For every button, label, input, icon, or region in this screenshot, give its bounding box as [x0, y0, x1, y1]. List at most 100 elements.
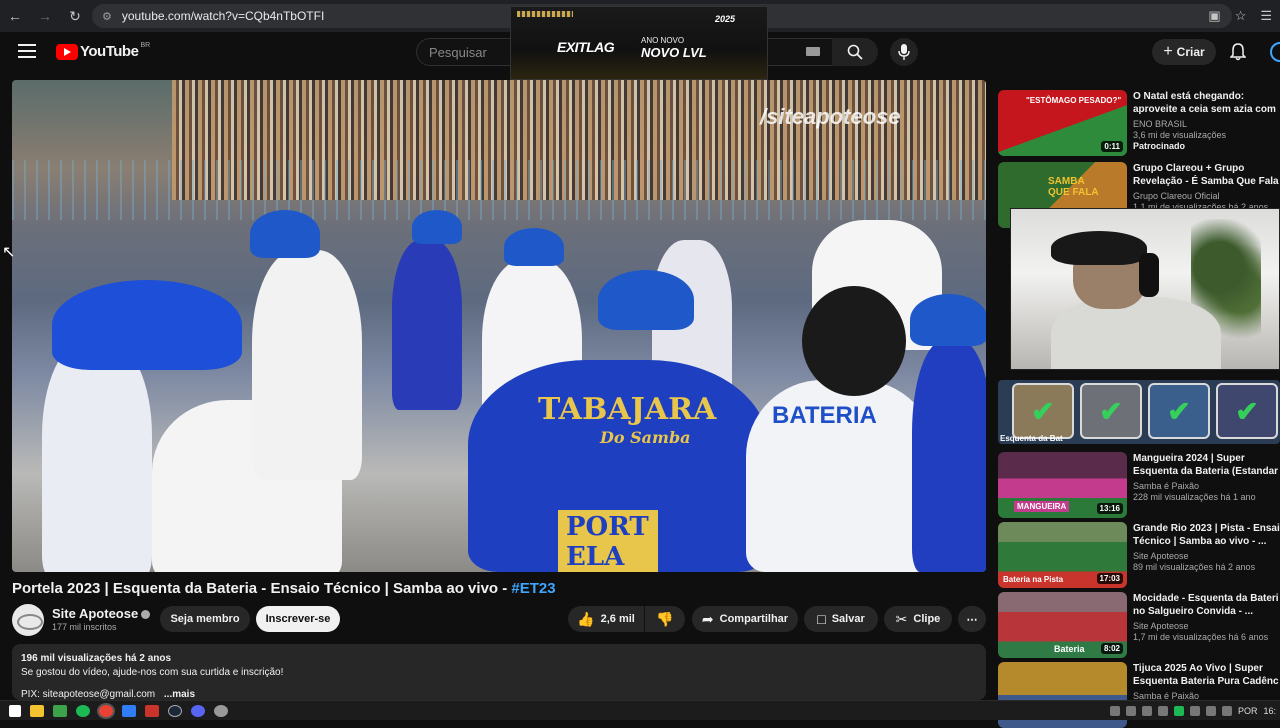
join-button[interactable]: Seja membro — [160, 606, 250, 632]
drummer-cap — [504, 228, 564, 266]
reload-button[interactable]: ↻ — [60, 0, 90, 32]
tray-icon[interactable] — [1173, 706, 1184, 716]
notifications-bell-icon[interactable] — [1229, 43, 1247, 66]
recommendation-thumbnail[interactable]: Bateria na Pista 17:03 — [998, 522, 1127, 588]
webcam-person-cap — [1051, 231, 1147, 265]
ad-line2: NOVO LVL — [641, 45, 707, 60]
recommendation-title-line2[interactable]: aproveite a ceia sem azia com — [1133, 103, 1280, 116]
video-duration: 13:16 — [1096, 503, 1123, 514]
clip-button[interactable]: ✂ Clipe — [884, 606, 952, 632]
discord-icon[interactable] — [191, 704, 205, 717]
volume-icon[interactable] — [1205, 706, 1216, 716]
video-duration: 0:11 — [1101, 141, 1123, 152]
recommendation-item[interactable]: Bateria 8:02 Mocidade - Esquenta da Bate… — [998, 590, 1280, 658]
share-icon: ➦ — [701, 610, 714, 627]
tray-icon[interactable] — [1109, 706, 1120, 716]
site-settings-icon[interactable]: ⚙ — [102, 10, 112, 23]
recommendation-title-line2[interactable]: Esquenta Bateria Pura Cadênc — [1133, 675, 1280, 688]
keyboard-icon[interactable] — [806, 47, 820, 56]
video-player[interactable]: /siteapoteose TABAJARA Do Samba PORTELA … — [12, 80, 986, 572]
recommendation-title-line1[interactable]: Tijuca 2025 Ao Vivo | Super — [1133, 662, 1280, 675]
gallery-label: Esquenta da Bat — [1000, 434, 1063, 443]
tray-icon[interactable] — [1125, 706, 1136, 716]
recommendation-text: Tijuca 2025 Ao Vivo | Super Esquenta Bat… — [1133, 662, 1280, 701]
bookmark-star-icon[interactable]: ☆ — [1235, 8, 1247, 24]
clip-label: Clipe — [913, 613, 941, 625]
recommendation-item[interactable]: "ESTÔMAGO PESADO?" 0:11 O Natal está che… — [998, 88, 1280, 156]
channel-name-row[interactable]: Site Apoteose — [52, 606, 151, 621]
drummer-head — [802, 286, 906, 396]
country-code: BR — [140, 42, 151, 49]
clock[interactable]: 16: — [1263, 706, 1276, 716]
forward-button[interactable]: → — [30, 0, 60, 32]
subscriber-count: 177 mil inscritos — [52, 622, 117, 632]
recommendation-channel[interactable]: Site Apoteose — [1133, 621, 1280, 631]
recommendation-channel[interactable]: Site Apoteose — [1133, 551, 1280, 561]
search-button[interactable] — [832, 38, 878, 66]
recommendation-title-line2[interactable]: no Salgueiro Convida - ... — [1133, 605, 1280, 618]
dislike-button[interactable]: 👎 — [645, 606, 685, 632]
recommendation-channel[interactable]: Grupo Clareou Oficial — [1133, 191, 1280, 201]
cast-icon[interactable]: ▣ — [1208, 8, 1220, 24]
recommendation-channel[interactable]: ENO BRASIL — [1133, 119, 1280, 129]
windows-start-icon[interactable] — [9, 704, 21, 717]
video-duration: 8:02 — [1100, 643, 1123, 654]
recommendation-title-line1[interactable]: Mocidade - Esquenta da Bateri — [1133, 592, 1280, 605]
app-icon[interactable] — [122, 704, 136, 717]
recommendation-channel[interactable]: Samba é Paixão — [1133, 481, 1280, 491]
like-button[interactable]: 👍 2,6 mil — [568, 606, 644, 632]
account-avatar[interactable] — [1270, 42, 1280, 62]
create-button[interactable]: + Criar — [1152, 39, 1216, 65]
headphones-icon — [1139, 253, 1159, 297]
exitlag-ad-banner[interactable]: EXITLAG ANO NOVO NOVO LVL 2025 — [510, 6, 768, 80]
recommendation-item[interactable]: Bateria na Pista 17:03 Grande Rio 2023 |… — [998, 520, 1280, 588]
language-indicator[interactable]: POR — [1238, 706, 1258, 716]
check-icon: ✔ — [1012, 383, 1074, 439]
tray-icon[interactable] — [1141, 706, 1152, 716]
file-explorer-icon[interactable] — [30, 704, 44, 717]
shield-icon[interactable] — [53, 704, 67, 717]
thumbnail-text: SAMBA QUE FALA — [1048, 176, 1099, 198]
tray-icon[interactable] — [1189, 706, 1200, 716]
back-button[interactable]: ← — [0, 0, 30, 32]
recommendation-thumbnail[interactable]: Bateria 8:02 — [998, 592, 1127, 658]
reading-list-icon[interactable]: ☰ — [1260, 8, 1272, 24]
browser-actions: ▣ ☆ ☰ — [1208, 0, 1272, 32]
recommendation-meta: 1,7 mi de visualizações há 6 anos — [1133, 632, 1269, 642]
recommendation-title-line2[interactable]: Esquenta da Bateria (Estandar — [1133, 465, 1280, 478]
voice-search-button[interactable] — [890, 38, 918, 66]
drummer-figure — [912, 340, 986, 572]
steam-icon[interactable] — [168, 704, 182, 717]
like-count: 2,6 mil — [600, 613, 635, 625]
network-icon[interactable] — [1221, 706, 1232, 716]
search-icon — [847, 44, 863, 60]
channel-name[interactable]: Site Apoteose — [52, 606, 138, 621]
show-more-link[interactable]: ...mais — [164, 689, 195, 700]
recommendation-item[interactable]: MANGUEIRA 13:16 Mangueira 2024 | Super E… — [998, 450, 1280, 518]
hamburger-menu-icon[interactable] — [18, 44, 36, 58]
recommendation-title-line1[interactable]: Grande Rio 2023 | Pista - Ensai — [1133, 522, 1280, 535]
channel-avatar[interactable] — [12, 604, 44, 636]
share-button[interactable]: ➦ Compartilhar — [692, 606, 798, 632]
save-button[interactable]: □ Salvar — [804, 606, 878, 632]
subscribe-button[interactable]: Inscrever-se — [256, 606, 340, 632]
recommendation-title-line1[interactable]: Grupo Clareou + Grupo — [1133, 162, 1280, 175]
chrome-icon[interactable] — [99, 704, 113, 717]
youtube-logo[interactable]: YouTube BR — [56, 42, 151, 60]
recommendation-meta: 89 mil visualizações há 2 anos — [1133, 562, 1256, 572]
spotify-icon[interactable] — [76, 704, 90, 717]
news-icon[interactable] — [145, 704, 159, 717]
recommendation-title-line1[interactable]: Mangueira 2024 | Super — [1133, 452, 1280, 465]
recommendation-title-line2[interactable]: Técnico | Samba ao vivo - ... — [1133, 535, 1280, 548]
ad-year: 2025 — [715, 14, 736, 24]
settings-gear-icon[interactable] — [214, 704, 228, 717]
more-actions-button[interactable]: ⋯ — [958, 606, 986, 632]
video-hashtag[interactable]: #ET23 — [511, 580, 555, 597]
recommendation-thumbnail[interactable]: "ESTÔMAGO PESADO?" 0:11 — [998, 90, 1127, 156]
recommendation-title-line1[interactable]: O Natal está chegando: — [1133, 90, 1280, 103]
description-line1: Se gostou do vídeo, ajude-nos com sua cu… — [21, 667, 284, 678]
recommendation-thumbnail[interactable]: MANGUEIRA 13:16 — [998, 452, 1127, 518]
tray-icon[interactable] — [1157, 706, 1168, 716]
recommendation-title-line2[interactable]: Revelação - É Samba Que Fala — [1133, 175, 1280, 188]
description-box[interactable]: 196 mil visualizações há 2 anos Se gosto… — [12, 644, 986, 700]
